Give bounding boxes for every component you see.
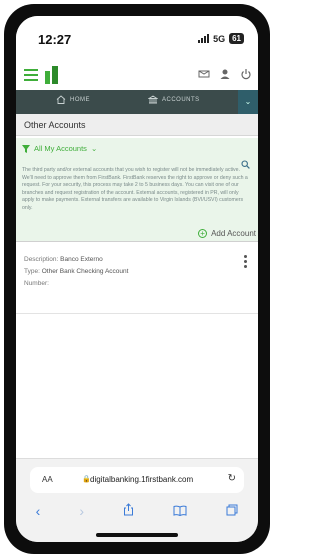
- mailbox-icon[interactable]: [198, 68, 210, 80]
- external-account-card[interactable]: Description: Banco Externo Type: Other B…: [16, 244, 258, 314]
- home-indicator: [96, 533, 178, 537]
- add-circle-icon: +: [198, 229, 208, 238]
- nav-accounts[interactable]: ACCOUNTS: [148, 95, 200, 104]
- back-icon[interactable]: ‹: [36, 503, 41, 519]
- page-title: Other Accounts: [16, 114, 258, 136]
- account-type: Type: Other Bank Checking Account: [24, 268, 128, 275]
- chevron-down-icon: ⌄: [90, 144, 98, 153]
- reader-aa-button[interactable]: AA: [42, 475, 53, 484]
- hamburger-menu-icon[interactable]: [24, 69, 38, 81]
- bookmarks-icon[interactable]: [173, 503, 187, 519]
- filter-label: All My Accounts: [34, 144, 87, 153]
- description-value: Banco Externo: [60, 256, 103, 263]
- battery-icon: 61: [229, 33, 244, 44]
- description-label: Description:: [24, 256, 59, 263]
- account-description: Description: Banco Externo: [24, 256, 103, 263]
- app-header: [16, 60, 258, 90]
- tabs-icon[interactable]: [226, 503, 238, 519]
- number-label: Number:: [24, 280, 49, 287]
- more-options-icon[interactable]: [244, 255, 247, 270]
- external-accounts-disclaimer: The third party and/or external accounts…: [22, 167, 248, 211]
- nav-home-label: HOME: [70, 96, 90, 103]
- main-nav: HOME ACCOUNTS ⌄: [16, 90, 258, 114]
- add-account-button[interactable]: + Add Account: [198, 229, 256, 238]
- filter-funnel-icon: [22, 144, 30, 153]
- type-label: Type:: [24, 268, 40, 275]
- header-icons: [198, 68, 252, 80]
- signal-icon: [198, 34, 210, 43]
- nav-accounts-label: ACCOUNTS: [162, 96, 200, 103]
- nav-home[interactable]: HOME: [56, 95, 90, 104]
- status-time: 12:27: [38, 32, 72, 47]
- status-bar: 12:27 5G 61: [16, 16, 258, 60]
- network-type: 5G: [213, 33, 226, 44]
- accounts-filter-panel: All My Accounts ⌄ The third party and/or…: [16, 138, 258, 242]
- add-account-label: Add Account: [211, 229, 256, 238]
- user-icon[interactable]: [219, 68, 231, 80]
- browser-toolbar: ‹ ›: [16, 499, 258, 523]
- forward-icon[interactable]: ›: [79, 503, 84, 519]
- status-indicators: 5G 61: [198, 33, 244, 44]
- url-text: digitalbanking.1firstbank.com: [90, 475, 194, 484]
- bank-icon: [148, 95, 158, 104]
- firstbank-logo[interactable]: [45, 66, 59, 84]
- home-icon: [56, 95, 66, 104]
- account-filter-dropdown[interactable]: All My Accounts ⌄: [22, 144, 97, 153]
- nav-expand-chevron-icon[interactable]: ⌄: [238, 90, 258, 114]
- share-icon[interactable]: [123, 503, 134, 519]
- address-bar[interactable]: AA 🔒 digitalbanking.1firstbank.com ↻: [30, 467, 244, 493]
- screen: 12:27 5G 61 HOME ACCOUNTS ⌄ Other Accoun…: [16, 16, 258, 542]
- reload-icon[interactable]: ↻: [228, 473, 236, 484]
- phone-frame: 12:27 5G 61 HOME ACCOUNTS ⌄ Other Accoun…: [4, 4, 270, 554]
- type-value: Other Bank Checking Account: [41, 268, 129, 275]
- account-number: Number:: [24, 280, 49, 287]
- power-icon[interactable]: [240, 68, 252, 80]
- safari-browser-bar: AA 🔒 digitalbanking.1firstbank.com ↻ ‹ ›: [16, 458, 258, 542]
